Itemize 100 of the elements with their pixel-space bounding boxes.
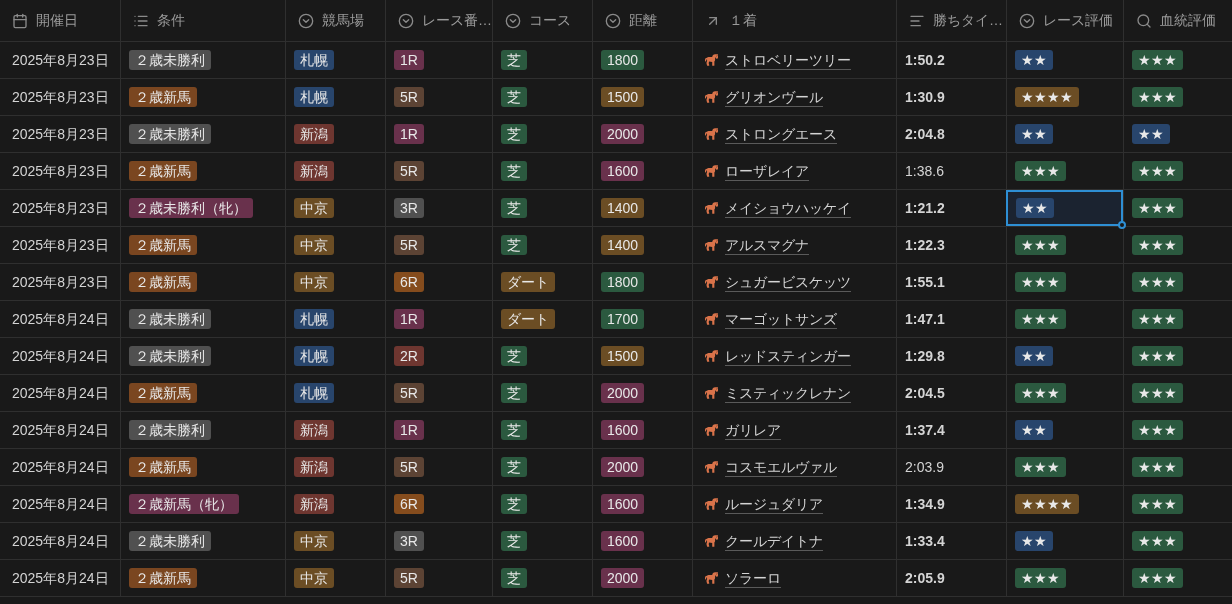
date-text: 2025年8月23日: [12, 161, 109, 181]
horse-icon: [705, 424, 718, 436]
venue-tag: 札幌: [294, 87, 334, 107]
distance-tag: 1600: [601, 161, 645, 181]
win-time-text: 1:55.1: [905, 272, 945, 292]
horse-name-link[interactable]: シュガービスケッツ: [725, 272, 851, 292]
rating-cell[interactable]: ★★★: [1006, 301, 1123, 337]
rating-cell[interactable]: ★★★: [1006, 449, 1123, 485]
column-header[interactable]: 条件: [133, 10, 185, 31]
rating-cell[interactable]: ★★★★: [1006, 79, 1123, 115]
column-header[interactable]: 開催日: [12, 10, 78, 31]
horse-icon: [705, 165, 718, 177]
rating-cell[interactable]: ★★★: [1006, 264, 1123, 300]
distance-tag: 1600: [601, 420, 645, 440]
column-header[interactable]: コース: [505, 10, 571, 31]
win-time-text: 2:03.9: [905, 457, 944, 477]
horse-name-link[interactable]: ガリレア: [725, 420, 781, 440]
rating-tag: ★★★: [1132, 457, 1183, 477]
resize-handle[interactable]: [1118, 221, 1126, 229]
win-time-text: 1:37.4: [905, 420, 945, 440]
course-tag: ダート: [501, 309, 555, 329]
race-number-tag: 2R: [394, 346, 424, 366]
rating-tag: ★★: [1015, 50, 1053, 70]
race-number-tag: 3R: [394, 531, 424, 551]
rating-tag: ★★★: [1132, 272, 1183, 292]
win-time-text: 1:22.3: [905, 235, 945, 255]
distance-tag: 1600: [601, 531, 645, 551]
horse-name-link[interactable]: ソラーロ: [725, 568, 781, 588]
horse-name-link[interactable]: マーゴットサンズ: [725, 309, 837, 329]
horse-name-link[interactable]: メイショウハッケイ: [725, 198, 851, 218]
rating-tag: ★★★: [1015, 235, 1066, 255]
horse-name-link[interactable]: ストロングエース: [725, 124, 837, 144]
horse-name-link[interactable]: コスモエルヴァル: [725, 457, 837, 477]
rating-tag: ★★★: [1132, 531, 1183, 551]
date-text: 2025年8月24日: [12, 457, 109, 477]
date-text: 2025年8月23日: [12, 124, 109, 144]
rating-cell[interactable]: ★★: [1006, 116, 1123, 152]
rating-tag: ★★★: [1015, 568, 1066, 588]
chevron-circle-icon: [505, 12, 521, 29]
rating-cell[interactable]: ★★: [1006, 190, 1123, 226]
date-text: 2025年8月23日: [12, 87, 109, 107]
horse-name-link[interactable]: グリオンヴール: [725, 87, 823, 107]
horse-icon: [705, 91, 718, 103]
win-time-text: 2:04.8: [905, 124, 945, 144]
horse-name-link[interactable]: ミスティックレナン: [725, 383, 851, 403]
rating-tag: ★★★: [1132, 420, 1183, 440]
rating-tag: ★★: [1015, 531, 1053, 551]
rating-cell[interactable]: ★★★: [1006, 560, 1123, 596]
venue-tag: 中京: [294, 235, 334, 255]
race-number-tag: 5R: [394, 457, 424, 477]
venue-tag: 新潟: [294, 161, 334, 181]
distance-tag: 2000: [601, 568, 645, 588]
win-time-text: 1:21.2: [905, 198, 945, 218]
condition-tag: ２歳新馬: [129, 383, 197, 403]
rating-cell[interactable]: ★★: [1006, 412, 1123, 448]
column-header[interactable]: 血統評価: [1136, 10, 1216, 31]
venue-tag: 中京: [294, 272, 334, 292]
horse-icon: [705, 202, 718, 214]
rating-tag: ★★★★: [1015, 87, 1079, 107]
column-header[interactable]: 勝ちタイ…: [909, 10, 1003, 31]
race-number-tag: 3R: [394, 198, 424, 218]
rating-cell[interactable]: ★★★: [1006, 227, 1123, 263]
rating-cell[interactable]: ★★: [1006, 338, 1123, 374]
venue-tag: 新潟: [294, 457, 334, 477]
course-tag: 芝: [501, 87, 527, 107]
horse-icon: [705, 535, 718, 547]
race-number-tag: 1R: [394, 309, 424, 329]
horse-name-link[interactable]: クールデイトナ: [725, 531, 823, 551]
horse-name-link[interactable]: ルージュダリア: [725, 494, 823, 514]
column-header[interactable]: １着: [705, 10, 757, 31]
date-text: 2025年8月24日: [12, 383, 109, 403]
rating-cell[interactable]: ★★: [1006, 523, 1123, 559]
venue-tag: 中京: [294, 531, 334, 551]
distance-tag: 1800: [601, 272, 645, 292]
rating-tag: ★★★: [1132, 346, 1183, 366]
date-text: 2025年8月24日: [12, 346, 109, 366]
distance-tag: 1600: [601, 494, 645, 514]
rating-tag: ★★: [1132, 124, 1170, 144]
horse-icon: [705, 239, 718, 251]
column-header[interactable]: レース番…: [398, 10, 492, 31]
rating-tag: ★★: [1016, 198, 1054, 218]
horse-name-link[interactable]: アルスマグナ: [725, 235, 809, 255]
course-tag: 芝: [501, 235, 527, 255]
column-header[interactable]: レース評価: [1019, 10, 1113, 31]
horse-name-link[interactable]: ローザレイア: [725, 161, 809, 181]
course-tag: 芝: [501, 568, 527, 588]
venue-tag: 札幌: [294, 309, 334, 329]
horse-name-link[interactable]: レッドスティンガー: [725, 346, 851, 366]
column-header[interactable]: 競馬場: [298, 10, 364, 31]
course-tag: ダート: [501, 272, 555, 292]
course-tag: 芝: [501, 161, 527, 181]
date-text: 2025年8月24日: [12, 309, 109, 329]
condition-tag: ２歳未勝利: [129, 420, 211, 440]
horse-name-link[interactable]: ストロベリーツリー: [725, 50, 851, 70]
distance-tag: 1400: [601, 198, 645, 218]
rating-cell[interactable]: ★★★: [1006, 375, 1123, 411]
rating-cell[interactable]: ★★★: [1006, 153, 1123, 189]
column-header[interactable]: 距離: [605, 10, 657, 31]
rating-cell[interactable]: ★★: [1006, 42, 1123, 78]
rating-cell[interactable]: ★★★★: [1006, 486, 1123, 522]
